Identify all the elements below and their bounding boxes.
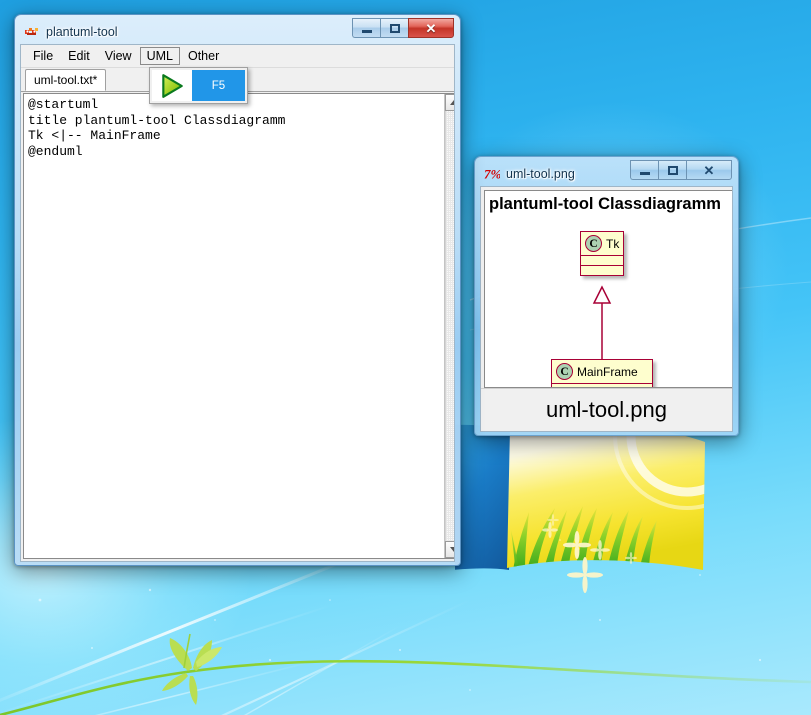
tab-uml-tool-txt[interactable]: uml-tool.txt* [25,69,107,91]
scroll-down-arrow[interactable] [445,541,454,558]
uml-class-tk-header: C Tk [581,232,623,256]
scrollbar-trough[interactable] [445,111,454,541]
maximize-icon [667,165,678,175]
menubar[interactable]: File Edit View UML Other [21,45,454,68]
triangle-up-icon [449,100,454,105]
uml-class-mainframe[interactable]: C MainFrame [551,359,653,387]
windows-flag-graphic [455,422,705,593]
perl-tk-icon: 7% [484,166,502,182]
menu-item-other[interactable]: Other [181,47,226,65]
close-icon: ✕ [703,162,715,178]
menu-item-view[interactable]: View [98,47,139,65]
green-play-icon [152,70,192,101]
editor-vertical-scrollbar[interactable] [444,94,454,558]
minimize-icon [639,171,650,175]
menu-item-uml[interactable]: UML [139,47,180,65]
maximize-button[interactable] [658,160,686,180]
png-status-label: uml-tool.png [545,397,668,422]
main-window-body: File Edit View UML Other uml-tool.txt* @… [20,44,455,562]
maximize-icon [389,23,400,33]
editor-content[interactable]: @startuml title plantuml-tool Classdiagr… [24,94,444,558]
svg-text:7%: 7% [484,167,500,182]
image-canvas[interactable]: plantuml-tool Classdiagramm C Tk C MainF… [484,190,732,388]
close-icon: ✕ [425,20,437,36]
png-status-bar: uml-tool.png [481,388,732,431]
triangle-down-icon [449,547,454,552]
uml-menu-item-run[interactable]: F5 [152,70,245,101]
menu-item-file[interactable]: File [26,47,60,65]
uml-class-tk[interactable]: C Tk [580,231,624,276]
close-button[interactable]: ✕ [408,18,454,38]
uml-class-mainframe-header: C MainFrame [552,360,652,384]
close-button[interactable]: ✕ [686,160,732,180]
png-window-body: plantuml-tool Classdiagramm C Tk C MainF… [480,186,733,432]
png-window-title: uml-tool.png [506,167,575,181]
minimize-button[interactable] [630,160,658,180]
uml-class-mainframe-name: MainFrame [577,364,638,379]
uml-menu-accelerator: F5 [211,79,226,92]
minimize-icon [361,29,372,33]
main-window-title: plantuml-tool [46,25,118,39]
plantuml-tool-icon [24,24,40,40]
maximize-button[interactable] [380,18,408,38]
menu-item-edit[interactable]: Edit [61,47,97,65]
uml-class-tk-name: Tk [606,236,620,251]
uml-dropdown-menu[interactable]: F5 [149,67,248,104]
main-window-controls[interactable]: ✕ [352,18,454,38]
uml-methods-compartment [581,266,623,275]
desktop: 7% uml-tool.png ✕ plantuml-tool Classdia… [0,0,811,715]
png-window-controls[interactable]: ✕ [630,160,732,180]
scroll-up-arrow[interactable] [445,94,454,111]
minimize-button[interactable] [352,18,380,38]
png-window-titlebar[interactable]: 7% uml-tool.png ✕ [480,160,733,186]
main-window-titlebar[interactable]: plantuml-tool ✕ [20,18,455,44]
class-marker-icon: C [585,235,602,252]
class-marker-icon: C [556,363,573,380]
text-editor[interactable]: @startuml title plantuml-tool Classdiagr… [23,93,454,559]
main-editor-window[interactable]: plantuml-tool ✕ File Edit View UML Other… [14,14,461,566]
png-viewer-window[interactable]: 7% uml-tool.png ✕ plantuml-tool Classdia… [474,156,739,436]
uml-attributes-compartment [581,256,623,266]
